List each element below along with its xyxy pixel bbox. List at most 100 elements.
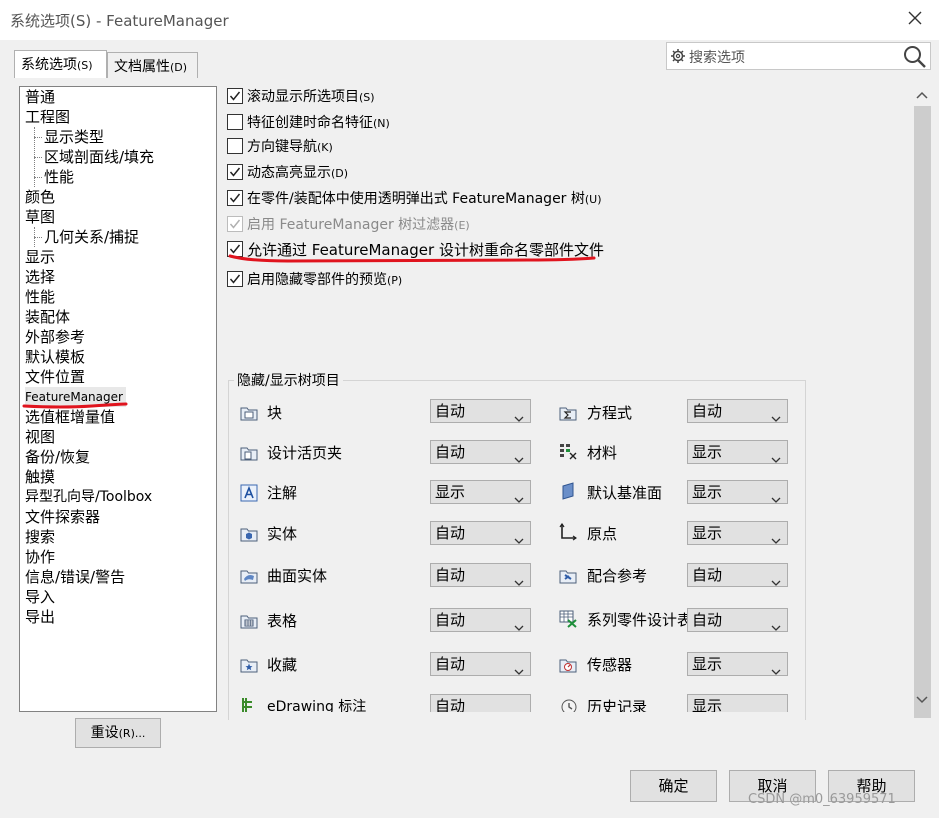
chevron-down-icon — [771, 407, 781, 429]
table-icon — [240, 612, 258, 630]
reset-button-shortcut: (R)... — [118, 727, 146, 740]
tree-item-search[interactable]: 搜索 — [25, 527, 55, 547]
equation-select[interactable]: 自动 — [687, 399, 788, 423]
surface-body-icon — [240, 567, 258, 585]
equation-icon — [559, 404, 577, 422]
table-select[interactable]: 自动 — [430, 608, 531, 632]
tree-item-messages-errors-warnings[interactable]: 信息/错误/警告 — [25, 567, 125, 587]
tree-item-hole-wizard-toolbox[interactable]: 异型孔向导/Toolbox — [25, 487, 152, 507]
edrawing-markup-select[interactable]: 自动 — [430, 694, 531, 712]
default-plane-select[interactable]: 显示 — [687, 480, 788, 504]
select-value: 自动 — [435, 443, 466, 461]
row-label: 传感器 — [587, 656, 633, 674]
annotation-underline-tree — [22, 402, 128, 409]
annotation-select[interactable]: 显示 — [430, 480, 531, 504]
tab-shortcut: (D) — [170, 61, 188, 74]
search-box[interactable]: 搜索选项 — [666, 42, 931, 70]
select-value: 自动 — [435, 611, 466, 629]
option-label: 启用 FeatureManager 树过滤器(E) — [247, 217, 470, 233]
tree-item-file-locations[interactable]: 文件位置 — [25, 367, 85, 387]
tree-item-file-explorer[interactable]: 文件探索器 — [25, 507, 100, 527]
chevron-down-icon — [514, 488, 524, 510]
origin-select[interactable]: 显示 — [687, 521, 788, 545]
surface-body-select[interactable]: 自动 — [430, 563, 531, 587]
select-value: 显示 — [692, 697, 723, 712]
tree-item-backup-recover[interactable]: 备份/恢复 — [25, 447, 90, 467]
tree-connector — [34, 157, 42, 158]
block-select[interactable]: 自动 — [430, 399, 531, 423]
checkbox[interactable] — [227, 190, 243, 206]
tree-item-colors[interactable]: 颜色 — [25, 187, 55, 207]
chevron-down-icon — [771, 448, 781, 470]
sensor-icon — [559, 656, 577, 674]
tab-system-options[interactable]: 系统选项(S) — [14, 50, 107, 78]
checkbox — [227, 216, 243, 232]
history-icon — [560, 698, 578, 712]
tree-item-display-style[interactable]: 显示类型 — [44, 127, 104, 147]
tree-connector — [34, 177, 42, 178]
scroll-up-icon[interactable] — [915, 89, 929, 103]
tab-shortcut: (S) — [77, 59, 93, 72]
checkbox[interactable] — [227, 138, 243, 154]
solid-body-select[interactable]: 自动 — [430, 521, 531, 545]
mate-reference-select[interactable]: 自动 — [687, 563, 788, 587]
tree-item-drawing-performance[interactable]: 性能 — [44, 167, 74, 187]
design-table-icon — [559, 610, 577, 628]
tree-item-relations-snaps[interactable]: 几何关系/捕捉 — [44, 227, 139, 247]
row-label: 块 — [267, 404, 283, 422]
window-title: 系统选项(S) - FeatureManager — [10, 12, 229, 30]
chevron-down-icon — [514, 571, 524, 593]
tree-item-import[interactable]: 导入 — [25, 587, 55, 607]
tree-item-sketch[interactable]: 草图 — [25, 207, 55, 227]
origin-icon — [559, 522, 578, 541]
tree-item-assemblies[interactable]: 装配体 — [25, 307, 70, 327]
row-label: 材料 — [587, 444, 618, 462]
checkbox[interactable] — [227, 114, 243, 130]
tab-document-properties[interactable]: 文档属性(D) — [107, 52, 198, 78]
tree-item-touch[interactable]: 触摸 — [25, 467, 55, 487]
checkbox[interactable] — [227, 88, 243, 104]
select-value: 自动 — [435, 655, 466, 673]
search-input[interactable]: 搜索选项 — [689, 47, 745, 67]
row-label: 收藏 — [267, 656, 298, 674]
option-label: 动态高亮显示(D) — [247, 165, 349, 181]
favorites-icon — [240, 656, 258, 674]
scrollbar-thumb[interactable] — [914, 106, 931, 718]
tree-item-general[interactable]: 普通 — [25, 87, 55, 107]
tree-item-performance[interactable]: 性能 — [25, 287, 55, 307]
tree-item-collaboration[interactable]: 协作 — [25, 547, 55, 567]
sensor-select[interactable]: 显示 — [687, 652, 788, 676]
checkbox[interactable] — [227, 164, 243, 180]
tab-label: 系统选项 — [21, 57, 77, 73]
select-value: 显示 — [692, 483, 723, 501]
design-table-select[interactable]: 自动 — [687, 608, 788, 632]
tree-item-view[interactable]: 视图 — [25, 427, 55, 447]
tree-item-external-references[interactable]: 外部参考 — [25, 327, 85, 347]
tree-item-display[interactable]: 显示 — [25, 247, 55, 267]
close-icon[interactable] — [905, 8, 925, 28]
checkbox[interactable] — [227, 271, 243, 287]
favorites-select[interactable]: 自动 — [430, 652, 531, 676]
chevron-down-icon — [514, 616, 524, 638]
tree-item-area-hatch[interactable]: 区域剖面线/填充 — [44, 147, 154, 167]
material-select[interactable]: 显示 — [687, 440, 788, 464]
tree-item-default-templates[interactable]: 默认模板 — [25, 347, 85, 367]
select-value: 自动 — [435, 524, 466, 542]
gear-icon[interactable] — [670, 48, 686, 68]
vertical-scrollbar[interactable] — [912, 86, 933, 718]
reset-button[interactable]: 重设(R)... — [75, 718, 161, 748]
search-icon[interactable] — [902, 44, 928, 74]
tree-item-selection[interactable]: 选择 — [25, 267, 55, 287]
tree-item-drawings[interactable]: 工程图 — [25, 107, 70, 127]
annotation-underline-option — [228, 254, 596, 263]
ok-button[interactable]: 确定 — [630, 770, 717, 802]
chevron-down-icon — [514, 448, 524, 470]
option-label: 特征创建时命名特征(N) — [247, 115, 390, 131]
design-binder-select[interactable]: 自动 — [430, 440, 531, 464]
scroll-down-icon[interactable] — [915, 692, 929, 706]
history-select[interactable]: 显示 — [687, 694, 788, 712]
select-value: 自动 — [435, 697, 466, 712]
tree-item-export[interactable]: 导出 — [25, 607, 55, 627]
row-label: 设计活页夹 — [267, 444, 343, 462]
chevron-down-icon — [514, 660, 524, 682]
